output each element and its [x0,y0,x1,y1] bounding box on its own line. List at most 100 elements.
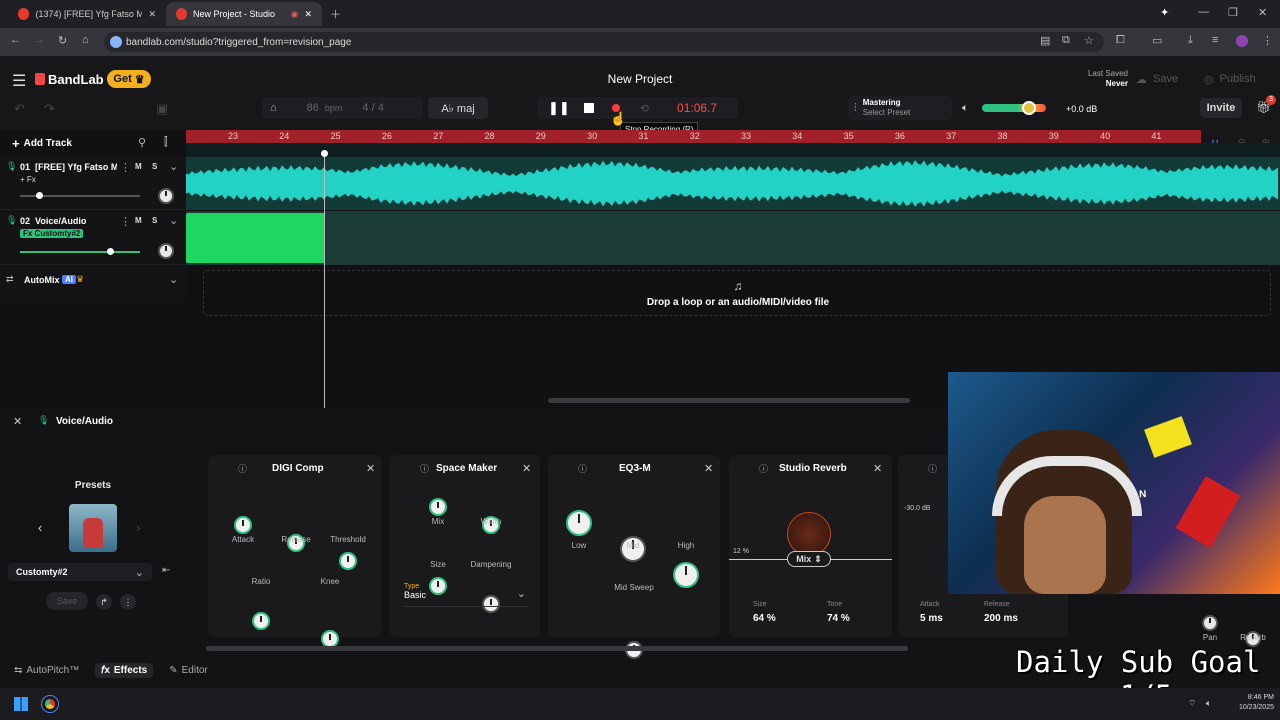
chevron-down-icon[interactable]: ⌄ [169,273,178,286]
mix-select[interactable]: Mix ⇕ [787,551,831,567]
size-value[interactable]: 64 % [753,613,776,624]
attack-value[interactable]: 5 ms [920,613,943,624]
windows-start-icon[interactable] [14,697,28,711]
high-knob[interactable] [673,562,699,588]
get-membership-button[interactable]: Get ♛ [107,70,151,88]
solo-button[interactable]: S [152,162,157,171]
playhead-handle[interactable] [321,150,328,157]
attack-knob[interactable] [234,516,252,534]
tab-autopitch[interactable]: ⇆ AutoPitch™ [8,665,85,676]
effects-scrollbar[interactable] [206,646,908,651]
preset-next-icon[interactable]: › [136,520,140,535]
chevron-down-icon[interactable]: ⌄ [169,160,178,173]
track-name[interactable]: Voice/Audio [35,216,86,226]
wifi-icon[interactable]: ⌔ [1188,698,1196,709]
site-info-icon[interactable] [110,36,122,48]
fx-preset-badge[interactable]: Fx Customty#2 [20,229,84,238]
mute-button[interactable]: M [135,162,142,171]
track-volume-slider[interactable] [20,248,140,255]
reload-icon[interactable]: ↻ [58,34,67,47]
bpm-value[interactable]: 86 [307,102,319,114]
pause-icon[interactable]: ❚❚ [548,100,570,116]
reverb-visual[interactable] [787,512,831,556]
screenshot-icon[interactable]: ⧉ [1062,34,1070,47]
extensions-puzzle-icon[interactable]: ⧠ [1116,34,1125,47]
automix-row[interactable]: ⇄ AutoMix AI ♛ ⌄ [0,265,186,297]
restore-icon[interactable]: ❐ [1228,6,1238,19]
url-bar[interactable]: bandlab.com/studio?triggered_from=revisi… [104,32,1104,52]
preset-artwork[interactable] [69,504,117,552]
track-menu-icon[interactable]: ⋮ [120,161,131,174]
tab-editor[interactable]: ✎ Editor [163,665,214,676]
ai-sparkle-icon[interactable]: ✦ [1160,6,1169,19]
save-preset-button[interactable]: Save [46,592,88,610]
pan-knob[interactable] [1202,615,1218,631]
hamburger-menu-icon[interactable]: ☰ [12,71,26,91]
timeline-ruler[interactable]: 23 24 25 26 27 28 29 30 31 32 33 34 35 36 37 38 39 40 41 [186,130,1201,143]
type-select[interactable]: Type Basic ⌄ [404,583,528,607]
browser-menu-icon[interactable]: ⋮ [1262,34,1273,47]
slider-handle[interactable] [107,248,114,255]
drop-zone[interactable]: ♫ Drop a loop or an audio/MIDI/video fil… [203,270,1271,316]
more-options-icon[interactable]: ⋮ [120,594,136,610]
window-close-icon[interactable]: ✕ [1258,6,1267,19]
solo-button[interactable]: S [152,216,157,225]
tone-value[interactable]: 74 % [827,613,850,624]
fx-close-icon[interactable]: ✕ [873,462,882,475]
preset-prev-icon[interactable]: ‹ [38,520,42,535]
new-tab-icon[interactable]: ＋ [330,6,341,22]
mute-button[interactable]: M [135,216,142,225]
recording-clip[interactable] [186,213,325,263]
stop-icon[interactable] [583,103,594,113]
home-icon[interactable]: ⌂ [82,34,89,46]
track-name[interactable]: [FREE] Yfg Fatso M... [35,162,117,172]
reset-preset-icon[interactable]: ⇤ [162,565,170,576]
add-track-button[interactable]: + Add Track [12,136,72,151]
ratio-knob[interactable] [252,612,270,630]
volume-icon[interactable]: 🔈︎ [1206,698,1211,709]
track-volume-slider[interactable] [20,192,140,199]
download-icon[interactable]: ⤓ [1188,34,1193,47]
info-icon[interactable]: ⓘ [578,462,587,475]
back-icon[interactable]: ← [10,34,21,46]
browser-tab[interactable]: (1374) [FREE] Yfg Fatso Melodic ✕ [8,2,166,26]
close-tab-icon[interactable]: ✕ [304,9,312,20]
pan-knob[interactable] [158,188,174,204]
preset-select[interactable]: Customty#2 ⌄ [8,563,152,581]
publish-button[interactable]: ◎ Publish [1204,70,1270,88]
track-settings-icon[interactable]: ⫿ [164,136,168,149]
info-icon[interactable]: ⓘ [759,462,768,475]
undo-icon[interactable]: ↶ [14,101,25,117]
mixer-icon[interactable]: ▣ [156,101,168,117]
extension-icon[interactable]: ▤ [1040,34,1050,47]
key-selector[interactable]: A♭ maj [428,97,488,119]
fx-close-icon[interactable]: ✕ [704,462,713,475]
info-icon[interactable]: ⓘ [420,462,429,475]
threshold-knob[interactable] [339,552,357,570]
media-icon[interactable]: ≡ [1212,34,1218,46]
audio-waveform[interactable] [186,157,1280,210]
save-button[interactable]: ☁ Save [1136,70,1198,88]
track-header-2[interactable]: 🎙︎ 02 Voice/Audio ⋮ M S ⌄ Fx Customty#2 [0,211,186,265]
wand-icon[interactable]: ⚲ [138,136,146,149]
release-value[interactable]: 200 ms [984,613,1018,624]
forward-icon[interactable]: → [34,34,45,46]
tab-effects[interactable]: 𝑓x Effects [95,662,154,678]
bookmark-star-icon[interactable]: ☆ [1084,34,1094,47]
cast-icon[interactable]: ▭ [1152,34,1162,47]
pan-knob[interactable] [158,243,174,259]
mastering-button[interactable]: ⫶ Mastering Select Preset [848,96,952,120]
track-header-1[interactable]: 🎙︎ 01 [FREE] Yfg Fatso M... ⋮ M S ⌄ + Fx [0,157,186,210]
close-tab-icon[interactable]: ✕ [148,9,156,20]
share-icon[interactable]: ↱ [96,594,112,610]
playhead[interactable] [324,152,325,408]
chrome-icon[interactable] [42,696,58,712]
project-title[interactable]: New Project [540,72,740,86]
add-fx-button[interactable]: + Fx [20,175,36,184]
metronome-icon[interactable]: ⌂ [270,102,277,114]
loop-icon[interactable]: ⟲ [640,102,649,115]
master-volume-slider[interactable] [982,101,1046,115]
info-icon[interactable]: ⓘ [238,462,247,475]
browser-tab-active[interactable]: New Project - Studio ◉ ✕ [166,2,322,26]
info-icon[interactable]: ⓘ [928,462,937,475]
